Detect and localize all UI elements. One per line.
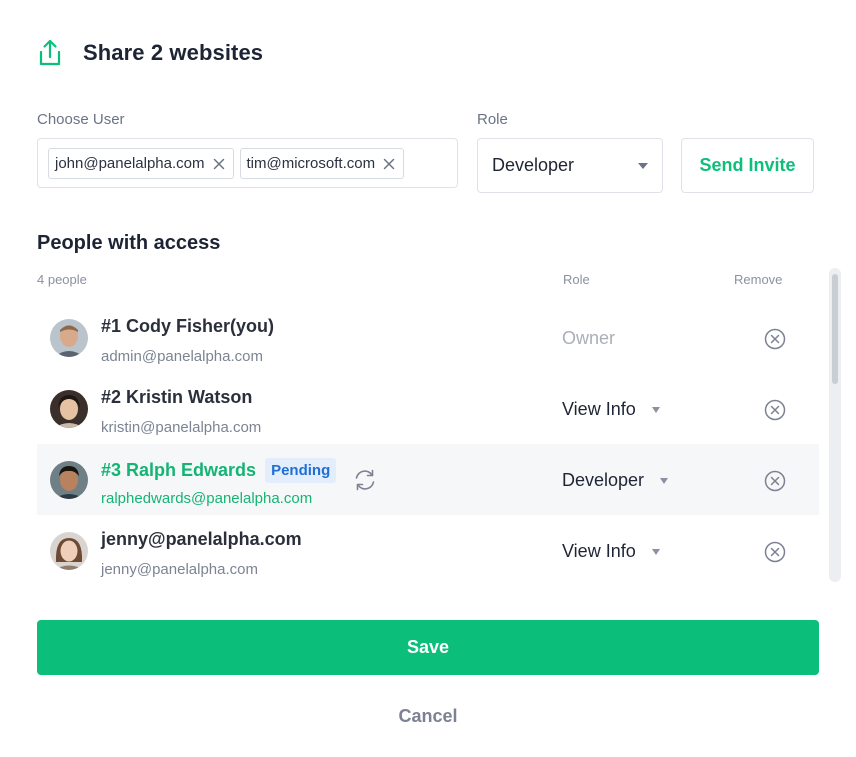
send-invite-button[interactable]: Send Invite xyxy=(681,138,814,193)
cancel-button[interactable]: Cancel xyxy=(37,702,819,730)
person-role-label: Owner xyxy=(562,328,616,348)
person-role-label: View Info xyxy=(562,399,636,419)
caret-down-icon xyxy=(651,548,660,555)
avatar xyxy=(50,390,88,428)
remove-circle-x-icon[interactable] xyxy=(764,541,786,563)
person-name: #1 Cody Fisher(you) xyxy=(101,316,275,336)
invite-role-select[interactable]: Developer xyxy=(477,138,663,193)
person-row: #2 Kristin Watson kristin@panelalpha.com… xyxy=(37,373,819,444)
person-name: #2 Kristin Watson xyxy=(101,387,253,407)
caret-down-icon xyxy=(638,162,648,169)
resend-refresh-icon[interactable] xyxy=(352,468,378,492)
remove-chip-icon[interactable] xyxy=(213,158,225,170)
person-email: ralphedwards@panelalpha.com xyxy=(101,490,313,507)
scrollbar-thumb[interactable] xyxy=(832,274,838,384)
pending-badge: Pending xyxy=(265,458,337,483)
person-role-label: Developer xyxy=(562,470,645,490)
person-role-select[interactable]: View Info xyxy=(562,541,660,562)
person-name: #3 Ralph Edwards xyxy=(101,460,257,480)
avatar xyxy=(50,319,88,357)
avatar xyxy=(50,532,88,570)
remove-circle-x-icon[interactable] xyxy=(764,470,786,492)
avatar xyxy=(50,461,88,499)
role-label: Role xyxy=(477,111,508,128)
person-role-select[interactable]: Developer xyxy=(562,470,669,491)
caret-down-icon xyxy=(660,477,669,484)
dialog-title: Share 2 websites xyxy=(83,40,264,65)
person-row: #1 Cody Fisher(you) admin@panelalpha.com… xyxy=(37,302,819,373)
role-column-header: Role xyxy=(563,272,590,287)
people-count: 4 people xyxy=(37,272,87,287)
person-role-select[interactable]: View Info xyxy=(562,399,660,420)
user-chip: tim@microsoft.com xyxy=(239,148,405,179)
people-list-scrollbar[interactable] xyxy=(829,268,841,582)
invite-role-value: Developer xyxy=(492,155,575,175)
choose-user-label: Choose User xyxy=(37,111,125,128)
user-chip-email: john@panelalpha.com xyxy=(55,155,205,172)
people-list: #1 Cody Fisher(you) admin@panelalpha.com… xyxy=(37,302,819,586)
share-upload-icon xyxy=(37,38,63,68)
person-role-owner: Owner xyxy=(562,328,615,349)
person-role-label: View Info xyxy=(562,541,636,561)
person-name: jenny@panelalpha.com xyxy=(101,529,302,549)
person-row: jenny@panelalpha.com jenny@panelalpha.co… xyxy=(37,515,819,586)
caret-down-icon xyxy=(651,406,660,413)
people-with-access-title: People with access xyxy=(37,232,221,254)
remove-circle-x-icon[interactable] xyxy=(764,399,786,421)
remove-column-header: Remove xyxy=(734,272,783,287)
person-row-pending: #3 Ralph Edwards Pending ralphedwards@pa… xyxy=(37,444,819,515)
save-button[interactable]: Save xyxy=(37,620,819,675)
person-email: admin@panelalpha.com xyxy=(101,348,263,365)
user-chip: john@panelalpha.com xyxy=(48,148,234,179)
person-email: jenny@panelalpha.com xyxy=(101,561,258,578)
user-chip-email: tim@microsoft.com xyxy=(246,155,376,172)
dialog-header: Share 2 websites xyxy=(37,36,263,70)
remove-chip-icon[interactable] xyxy=(383,158,395,170)
person-email: kristin@panelalpha.com xyxy=(101,419,262,436)
choose-user-input[interactable]: john@panelalpha.com tim@microsoft.com xyxy=(37,138,458,188)
remove-circle-x-icon[interactable] xyxy=(764,328,786,350)
